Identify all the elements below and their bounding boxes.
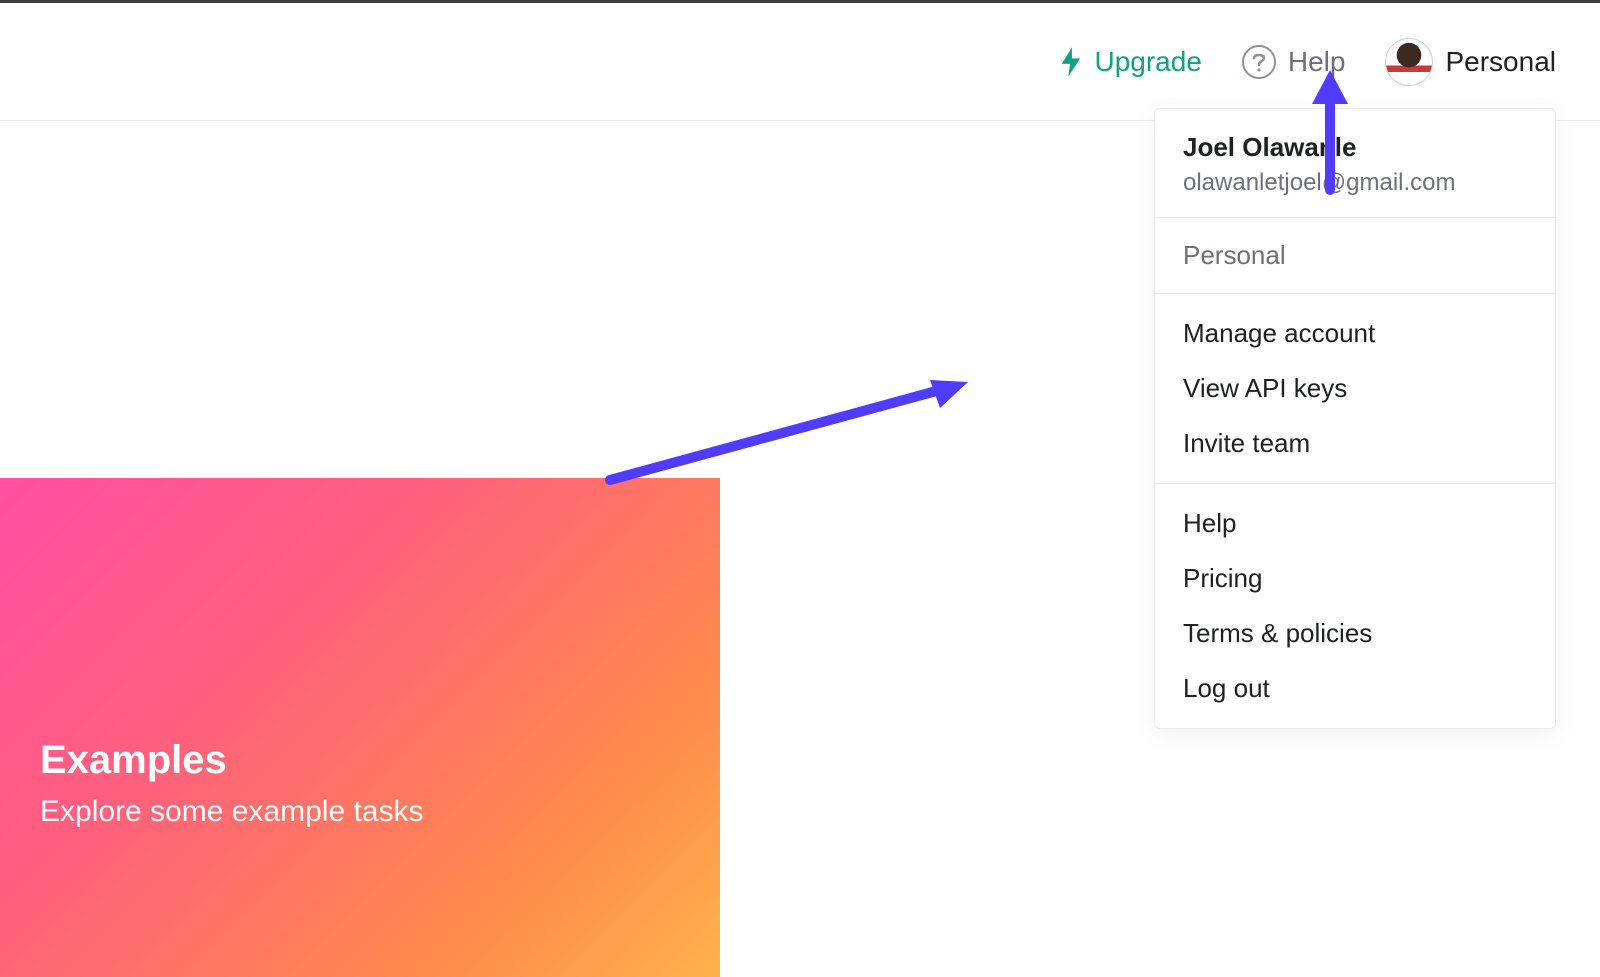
menu-item-manage-account[interactable]: Manage account — [1155, 306, 1555, 361]
user-name: Joel Olawanle — [1183, 131, 1527, 165]
menu-user-info: Joel Olawanle olawanletjoel@gmail.com — [1155, 109, 1555, 218]
account-menu-trigger[interactable]: Personal — [1385, 38, 1556, 86]
menu-item-invite-team[interactable]: Invite team — [1155, 416, 1555, 471]
menu-item-logout[interactable]: Log out — [1155, 661, 1555, 716]
user-email: olawanletjoel@gmail.com — [1183, 169, 1527, 197]
question-circle-icon — [1242, 45, 1276, 79]
workspace-label: Personal — [1183, 240, 1286, 270]
menu-item-terms[interactable]: Terms & policies — [1155, 606, 1555, 661]
annotation-arrow-api-keys — [600, 370, 980, 490]
menu-workspace[interactable]: Personal — [1155, 218, 1555, 294]
top-bar: Upgrade Help Personal — [0, 3, 1600, 121]
menu-misc-section: Help Pricing Terms & policies Log out — [1155, 484, 1555, 728]
examples-subtitle: Explore some example tasks — [40, 795, 680, 829]
help-label: Help — [1288, 46, 1346, 78]
examples-card[interactable]: Examples Explore some example tasks — [0, 478, 720, 977]
upgrade-label: Upgrade — [1094, 46, 1201, 78]
menu-item-pricing[interactable]: Pricing — [1155, 551, 1555, 606]
upgrade-button[interactable]: Upgrade — [1060, 46, 1201, 78]
menu-account-section: Manage account View API keys Invite team — [1155, 294, 1555, 484]
account-label: Personal — [1445, 46, 1556, 78]
menu-item-view-api-keys[interactable]: View API keys — [1155, 361, 1555, 416]
avatar — [1385, 38, 1433, 86]
account-dropdown: Joel Olawanle olawanletjoel@gmail.com Pe… — [1154, 108, 1556, 729]
help-button[interactable]: Help — [1242, 45, 1346, 79]
examples-title: Examples — [40, 738, 680, 783]
bolt-icon — [1060, 47, 1082, 77]
menu-item-help[interactable]: Help — [1155, 496, 1555, 551]
